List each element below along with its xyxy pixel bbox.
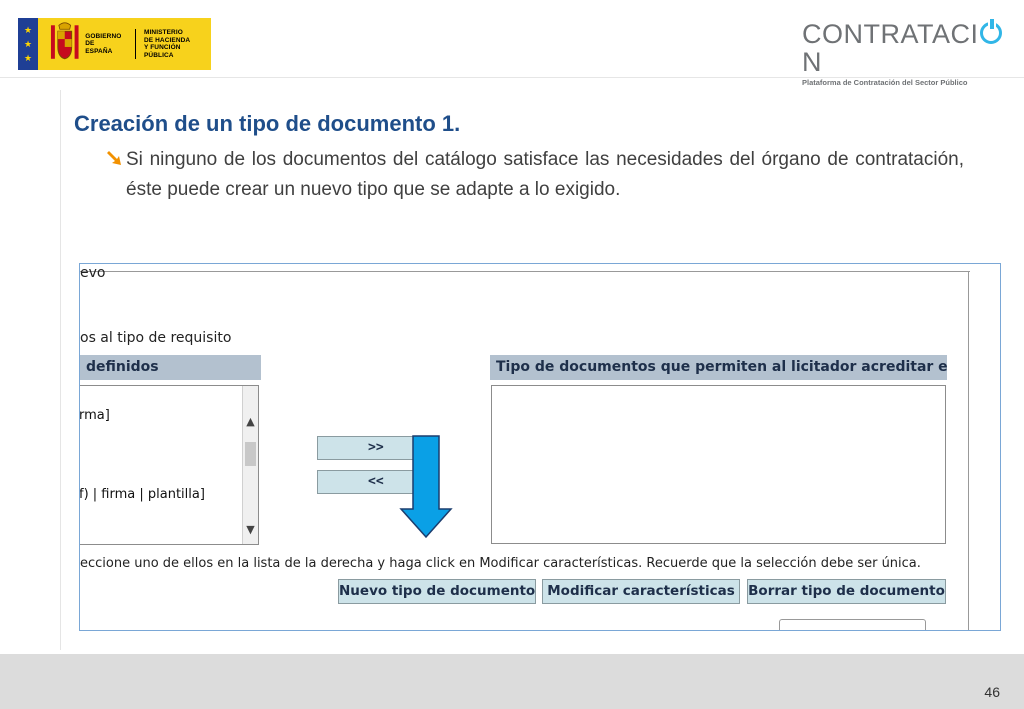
- delete-document-type-button[interactable]: Borrar tipo de documento: [747, 579, 946, 604]
- left-list-header: definidos: [80, 355, 261, 380]
- panel-border-right: [968, 271, 969, 630]
- ministry-line-2: DE HACIENDA: [143, 36, 191, 44]
- panel-title-fragment: evo: [80, 265, 106, 281]
- scroll-down-icon[interactable]: ▼: [243, 520, 258, 540]
- government-logo: ★ ★ ★ GOBIERNO DE ESPAÑA MINISTERIO DE H…: [18, 18, 211, 70]
- bullet-arrow-icon: [107, 151, 121, 165]
- modify-characteristics-button[interactable]: Modificar características: [542, 579, 740, 604]
- embedded-screenshot: evo os al tipo de requisito definidos Ti…: [79, 263, 1001, 631]
- brand-text-left: CONTRATACI: [802, 19, 979, 49]
- list-scrollbar[interactable]: ▲ ▼: [242, 386, 258, 544]
- power-icon: [979, 19, 1002, 44]
- left-divider: [60, 90, 61, 650]
- page-number: 46: [984, 684, 1000, 700]
- partially-visible-button[interactable]: [779, 619, 926, 630]
- slide-footer: 46: [0, 654, 1024, 709]
- gov-logo-line-1: GOBIERNO: [85, 32, 122, 40]
- brand-subtitle: Plataforma de Contratación del Sector Pú…: [802, 78, 968, 87]
- bullet-text: Si ninguno de los documentos del catálog…: [126, 149, 964, 200]
- slide-header: ★ ★ ★ GOBIERNO DE ESPAÑA MINISTERIO DE H…: [0, 0, 1024, 87]
- gov-logo-line-2: DE ESPAÑA: [85, 40, 113, 55]
- list-item[interactable]: rma]: [80, 408, 110, 423]
- list-item[interactable]: f) | firma | plantilla]: [80, 487, 205, 502]
- slide-title: Creación de un tipo de documento 1.: [74, 111, 461, 136]
- panel-border-top: [80, 271, 970, 272]
- defined-documents-list[interactable]: rma] f) | firma | plantilla] ▲ ▼: [80, 385, 259, 545]
- down-arrow-icon: [399, 435, 453, 539]
- accepted-documents-list[interactable]: [491, 385, 946, 544]
- instruction-text: eccione uno de ellos en la lista de la d…: [80, 556, 921, 571]
- coat-of-arms-icon: [50, 22, 79, 60]
- scroll-thumb[interactable]: [245, 442, 256, 466]
- scroll-up-icon[interactable]: ▲: [243, 412, 258, 432]
- flag-icon: ★ ★ ★: [18, 18, 38, 70]
- requirement-label: os al tipo de requisito: [80, 330, 232, 346]
- brand-text-right: N: [802, 47, 822, 77]
- contratacion-logo: CONTRATACIN Plataforma de Contratación d…: [802, 19, 1012, 87]
- bullet-point: Si ninguno de los documentos del catálog…: [106, 145, 964, 204]
- new-document-type-button[interactable]: Nuevo tipo de documento: [338, 579, 536, 604]
- ministry-line-1: MINISTERIO: [143, 29, 183, 36]
- right-list-header: Tipo de documentos que permiten al licit…: [490, 355, 947, 380]
- ministry-line-3: Y FUNCIÓN PÚBLICA: [143, 44, 181, 59]
